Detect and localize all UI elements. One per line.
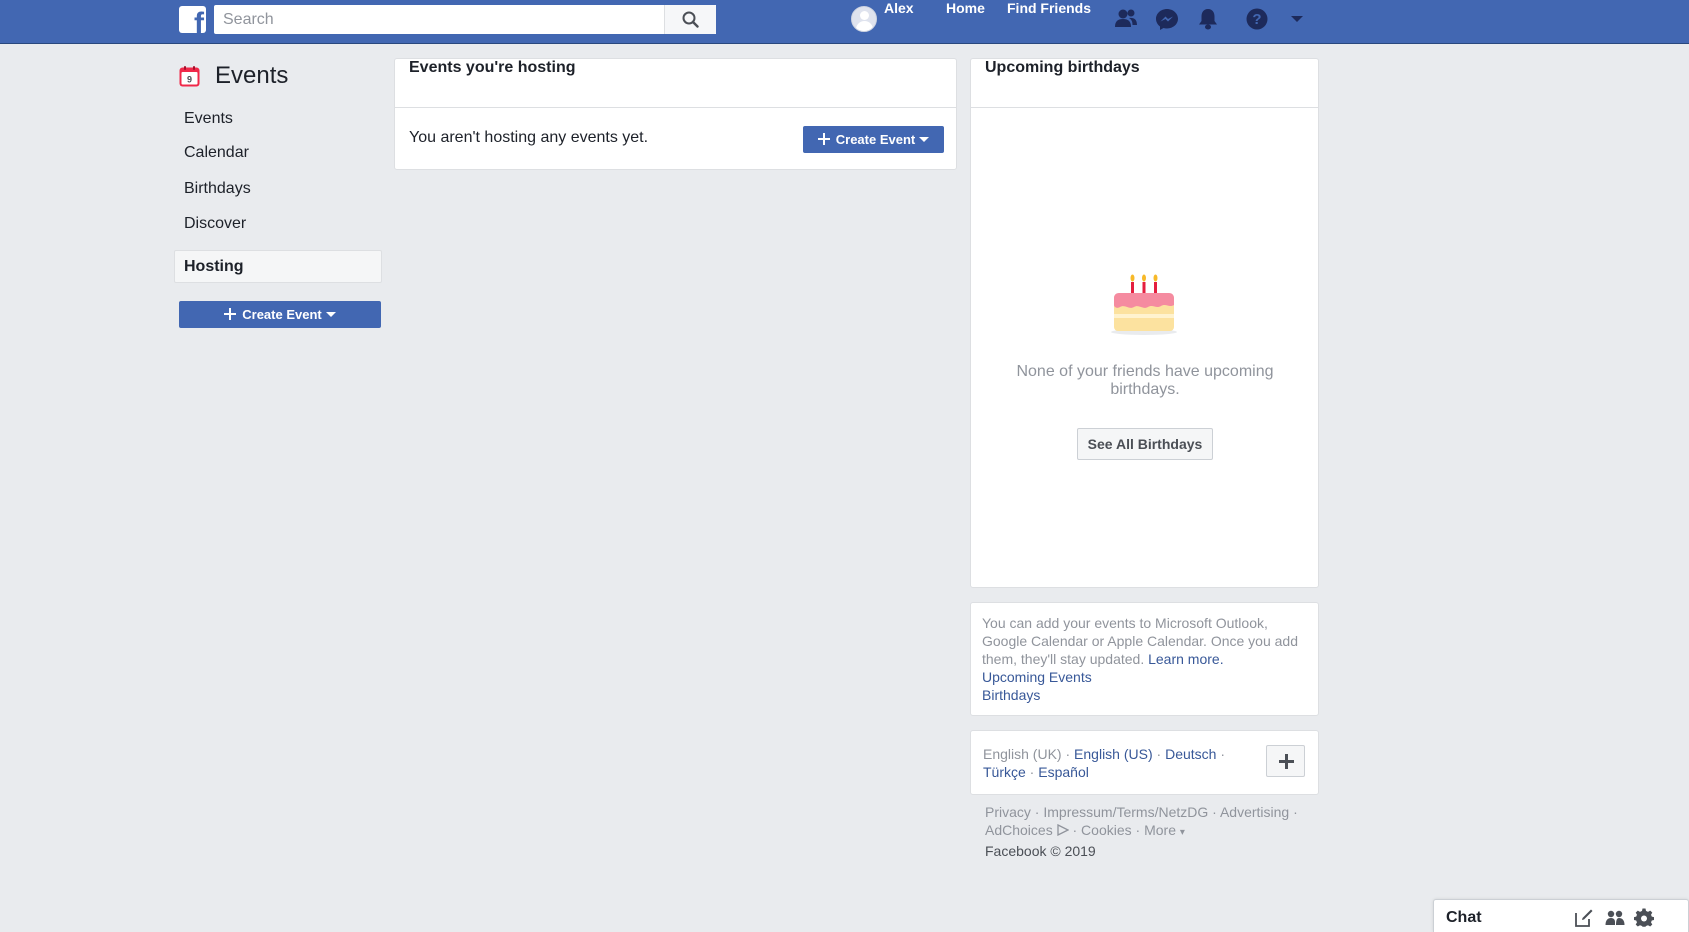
separator: · <box>1061 746 1075 762</box>
find-friends-link[interactable]: Find Friends <box>1007 0 1091 38</box>
separator: · <box>1216 746 1226 762</box>
upcoming-events-link[interactable]: Upcoming Events <box>982 669 1092 685</box>
language-english-us[interactable]: English (US) <box>1074 746 1153 762</box>
add-language-button[interactable] <box>1266 745 1305 777</box>
footer-link-cookies[interactable]: Cookies <box>1081 822 1132 838</box>
sidebar-item-events[interactable]: Events <box>174 110 382 143</box>
search-icon <box>682 11 699 28</box>
create-event-button[interactable]: Create Event <box>803 126 944 153</box>
svg-text:?: ? <box>1252 11 1261 28</box>
separator: · <box>1152 746 1166 762</box>
plus-icon <box>817 133 830 145</box>
language-deutsch[interactable]: Deutsch <box>1165 746 1216 762</box>
account-menu-caret-icon[interactable] <box>1291 16 1303 22</box>
copyright: Facebook © 2019 <box>985 843 1096 859</box>
calendar-export-card: You can add your events to Microsoft Out… <box>970 602 1319 716</box>
new-message-icon[interactable] <box>1574 908 1594 928</box>
caret-down-icon <box>919 137 930 142</box>
sidebar-item-hosting[interactable]: Hosting <box>174 250 382 283</box>
facebook-logo[interactable]: f <box>179 6 206 33</box>
language-list: English (UK) · English (US) · Deutsch · … <box>983 745 1243 781</box>
birthdays-empty-message: None of your friends have upcoming birth… <box>1016 363 1274 398</box>
search-box <box>214 5 716 34</box>
top-navigation-bar: f Alex Home Find Friends ? <box>0 0 1689 44</box>
settings-gear-icon[interactable] <box>1634 908 1654 928</box>
current-language: English (UK) <box>983 746 1062 762</box>
footer-link-privacy[interactable]: Privacy <box>985 804 1031 820</box>
birthday-cake-icon <box>1111 274 1177 335</box>
avatar[interactable] <box>851 6 877 32</box>
calendar-icon-day: 9 <box>187 75 192 85</box>
adchoices-icon <box>1056 823 1070 837</box>
footer-link-adchoices[interactable]: AdChoices <box>985 822 1053 838</box>
help-icon[interactable]: ? <box>1245 8 1269 30</box>
profile-link[interactable]: Alex <box>884 0 914 38</box>
create-group-icon[interactable] <box>1605 908 1625 928</box>
export-description: You can add your events to Microsoft Out… <box>982 615 1298 667</box>
chat-label: Chat <box>1446 909 1482 926</box>
messenger-icon[interactable] <box>1155 8 1179 30</box>
home-link[interactable]: Home <box>946 0 985 38</box>
sidebar-create-event-label: Create Event <box>242 307 322 322</box>
learn-more-link[interactable]: Learn more. <box>1148 651 1223 667</box>
birthdays-export-link[interactable]: Birthdays <box>982 687 1040 703</box>
footer: Privacy · Impressum/Terms/NetzDG · Adver… <box>985 804 1298 859</box>
facebook-logo-letter: f <box>194 7 204 34</box>
more-caret-icon: ▾ <box>1179 827 1185 838</box>
hosting-empty-message: You aren't hosting any events yet. <box>409 129 649 146</box>
page-title: Events <box>215 62 289 89</box>
footer-link-more[interactable]: More <box>1144 822 1176 838</box>
separator: · <box>1025 764 1039 780</box>
search-input[interactable] <box>214 5 664 34</box>
hosting-card: Events you're hosting You aren't hosting… <box>394 58 957 170</box>
footer-link-impressum[interactable]: Impressum/Terms/NetzDG <box>1043 804 1208 820</box>
sidebar-create-event-button[interactable]: Create Event <box>179 301 381 328</box>
friend-requests-icon[interactable] <box>1114 8 1138 30</box>
upcoming-birthdays-card: Upcoming birthdays None of your friends … <box>970 58 1319 588</box>
calendar-icon: 9 <box>179 66 200 87</box>
plus-icon <box>224 308 237 320</box>
sidebar-item-birthdays[interactable]: Birthdays <box>174 180 382 213</box>
sidebar-item-discover[interactable]: Discover <box>174 215 382 248</box>
chat-bar[interactable]: Chat <box>1433 899 1689 932</box>
notifications-icon[interactable] <box>1196 8 1220 30</box>
footer-link-advertising[interactable]: Advertising <box>1220 804 1289 820</box>
hosting-card-title: Events you're hosting <box>395 59 956 108</box>
see-all-birthdays-button[interactable]: See All Birthdays <box>1077 428 1213 460</box>
search-button[interactable] <box>664 5 716 34</box>
language-selector-card: English (UK) · English (US) · Deutsch · … <box>970 730 1319 795</box>
language-turkce[interactable]: Türkçe <box>983 764 1026 780</box>
language-espanol[interactable]: Español <box>1038 764 1089 780</box>
caret-down-icon <box>325 312 336 317</box>
create-event-label: Create Event <box>835 132 916 147</box>
sidebar-item-calendar[interactable]: Calendar <box>174 144 382 177</box>
birthdays-card-title: Upcoming birthdays <box>971 59 1318 108</box>
